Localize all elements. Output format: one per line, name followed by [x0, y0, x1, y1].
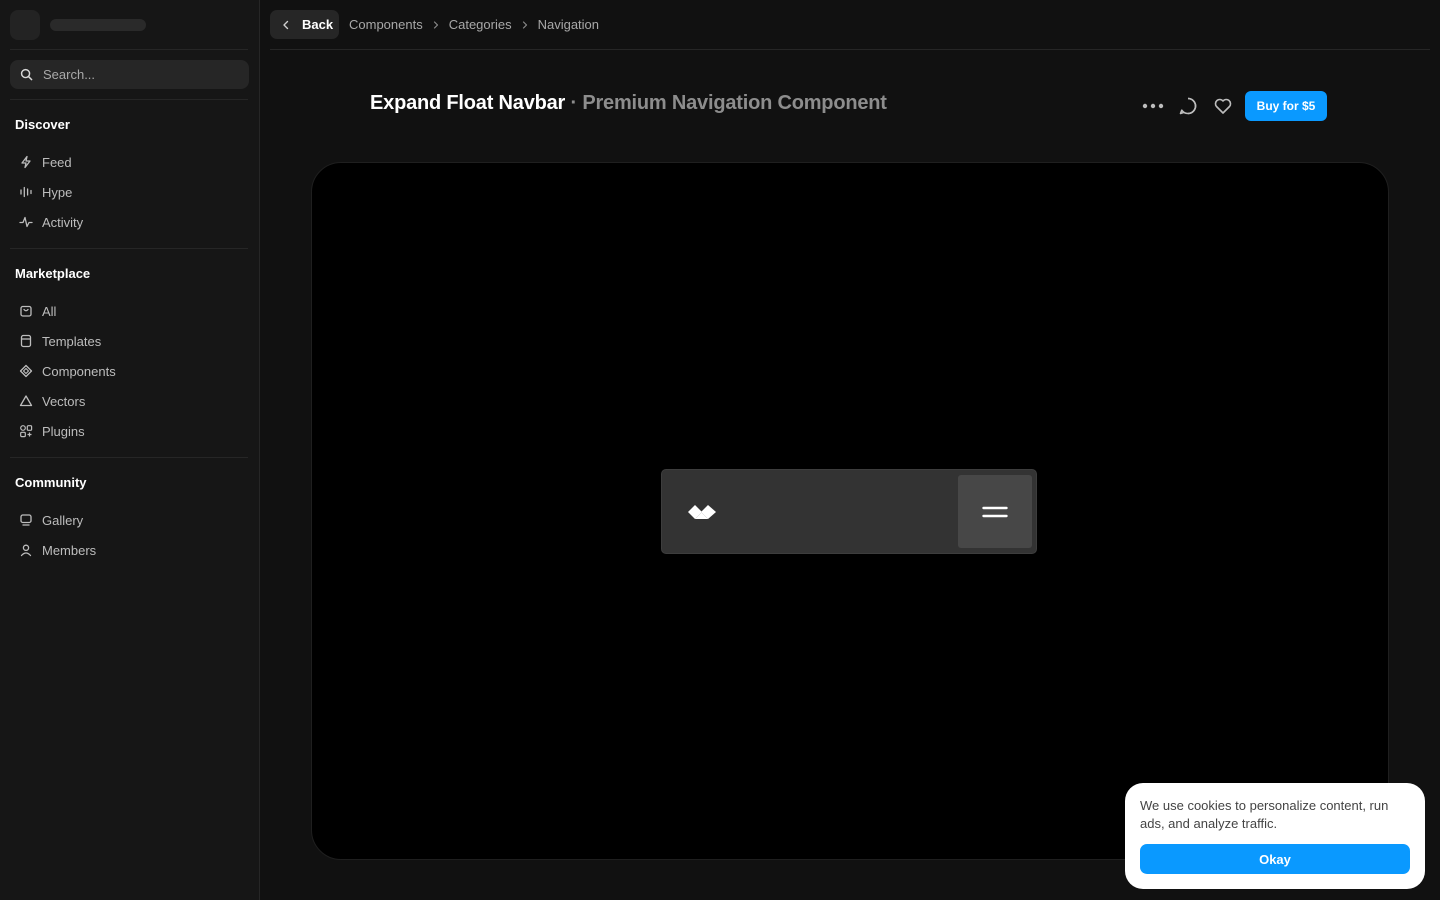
sidebar-item-activity[interactable]: Activity [10, 208, 248, 236]
page-title-main: Expand Float Navbar [370, 92, 566, 114]
breadcrumb-components[interactable]: Components [349, 17, 423, 32]
plugins-icon [20, 425, 33, 438]
hamburger-menu-button[interactable] [958, 475, 1032, 548]
sidebar-item-label: Vectors [42, 393, 86, 409]
menu-icon [982, 506, 1008, 517]
pulse-icon [19, 216, 33, 228]
float-navbar-demo [661, 469, 1037, 554]
title-actions: Buy for $5 [1140, 91, 1327, 121]
section-title-community: Community [15, 475, 87, 490]
sidebar-item-feed[interactable]: Feed [10, 148, 248, 176]
page-title: Expand Float Navbar · Premium Navigation… [370, 92, 887, 115]
comment-icon [1179, 97, 1197, 115]
sidebar-item-members[interactable]: Members [10, 536, 248, 564]
brand[interactable] [10, 10, 250, 40]
triangle-icon [19, 395, 33, 407]
diamond-icon [19, 364, 33, 378]
sidebar-item-label: Gallery [42, 512, 84, 528]
buy-button[interactable]: Buy for $5 [1245, 91, 1327, 121]
divider [10, 49, 248, 50]
chevron-right-icon [433, 20, 438, 29]
cookie-okay-button[interactable]: Okay [1140, 844, 1410, 874]
heart-icon [1214, 98, 1232, 114]
sidebar-item-hype[interactable]: Hype [10, 178, 248, 206]
brand-logo [10, 10, 40, 40]
breadcrumb-categories[interactable]: Categories [449, 17, 512, 32]
sidebar-item-label: Hype [42, 184, 73, 200]
sidebar-item-vectors[interactable]: Vectors [10, 387, 248, 415]
more-dots-icon [1142, 103, 1164, 109]
page-subtitle: Premium Navigation Component [582, 92, 887, 114]
back-button-label: Back [302, 17, 334, 32]
sidebar-item-label: Plugins [42, 423, 85, 439]
sidebar: Discover Feed Hype Activity Marketplace … [0, 0, 260, 900]
section-title-marketplace: Marketplace [15, 266, 91, 281]
sidebar-item-templates[interactable]: Templates [10, 327, 248, 355]
divider [10, 99, 248, 100]
chevron-right-icon [522, 20, 527, 29]
sidebar-item-plugins[interactable]: Plugins [10, 417, 248, 445]
title-separator: · [570, 92, 578, 114]
logo-icon [688, 505, 716, 519]
sidebar-item-all[interactable]: All [10, 297, 248, 325]
gallery-icon [20, 514, 32, 526]
sidebar-item-components[interactable]: Components [10, 357, 248, 385]
search-input[interactable] [43, 67, 223, 82]
cookie-banner: We use cookies to personalize content, r… [1125, 783, 1425, 889]
sidebar-item-label: All [42, 303, 57, 319]
sidebar-item-label: Members [42, 542, 97, 558]
topbar: Back Components Categories Navigation [270, 0, 1430, 50]
bag-icon [20, 305, 32, 317]
sidebar-item-label: Activity [42, 214, 84, 230]
breadcrumb-navigation[interactable]: Navigation [538, 17, 599, 32]
user-icon [20, 544, 32, 557]
search-box[interactable] [10, 60, 249, 89]
sidebar-item-label: Feed [42, 154, 72, 170]
like-button[interactable] [1210, 93, 1236, 119]
breadcrumb: Components Categories Navigation [349, 17, 599, 32]
brand-name-placeholder [50, 19, 146, 31]
comment-button[interactable] [1175, 93, 1201, 119]
cookie-text: We use cookies to personalize content, r… [1140, 798, 1389, 831]
bolt-icon [21, 155, 31, 169]
sidebar-item-label: Templates [42, 333, 102, 349]
back-button[interactable]: Back [270, 10, 339, 39]
sidebar-item-gallery[interactable]: Gallery [10, 506, 248, 534]
component-preview [311, 162, 1389, 860]
bars-icon [20, 186, 32, 198]
divider [10, 248, 248, 249]
template-icon [20, 334, 32, 348]
search-icon [20, 68, 33, 81]
sidebar-item-label: Components [42, 363, 116, 379]
divider [10, 457, 248, 458]
more-options-button[interactable] [1140, 93, 1166, 119]
section-title-discover: Discover [15, 117, 70, 132]
chevron-left-icon [283, 20, 289, 29]
